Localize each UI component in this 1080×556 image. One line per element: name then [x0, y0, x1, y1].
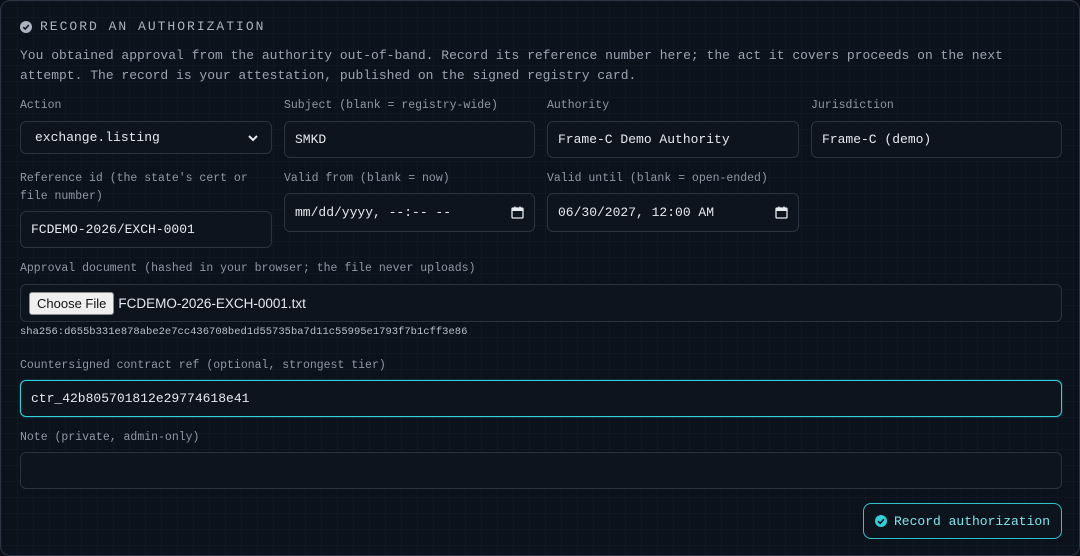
calendar-icon[interactable]: [511, 206, 524, 219]
valid-from-placeholder: mm/dd/yyyy, --:-- --: [295, 205, 452, 220]
panel-title: RECORD AN AUTHORIZATION: [20, 19, 265, 34]
note-input[interactable]: [20, 452, 1062, 489]
authority-input-value: Frame-C Demo Authority: [558, 132, 730, 147]
valid-from-input[interactable]: mm/dd/yyyy, --:-- --: [284, 193, 535, 232]
authority-input[interactable]: Frame-C Demo Authority: [547, 121, 799, 158]
action-label: Action: [20, 99, 62, 112]
check-circle-icon: [20, 20, 32, 33]
note-label: Note (private, admin-only): [20, 431, 200, 444]
selected-file-name: FCDEMO-2026-EXCH-0001.txt: [118, 295, 306, 311]
panel-title-text: RECORD AN AUTHORIZATION: [40, 19, 266, 34]
file-hash: sha256:d655b331e878abe2e7cc436708bed1d55…: [20, 326, 468, 338]
contract-label: Countersigned contract ref (optional, st…: [20, 359, 386, 372]
approval-label: Approval document (hashed in your browse…: [20, 262, 476, 275]
action-select-value: exchange.listing: [35, 130, 160, 145]
jurisdiction-label: Jurisdiction: [811, 99, 894, 112]
authorization-panel: RECORD AN AUTHORIZATION You obtained app…: [0, 0, 1080, 556]
jurisdiction-input-value: Frame-C (demo): [822, 132, 932, 147]
check-circle-icon: [874, 515, 887, 527]
subject-input[interactable]: SMKD: [284, 121, 535, 158]
reference-label: Reference id (the state's cert or file n…: [20, 172, 248, 203]
reference-input[interactable]: FCDEMO-2026/EXCH-0001: [20, 211, 272, 248]
calendar-icon[interactable]: [775, 206, 788, 219]
record-authorization-button[interactable]: Record authorization: [863, 503, 1062, 539]
record-authorization-label: Record authorization: [893, 513, 1051, 529]
contract-input-value: ctr_42b805701812e29774618e41: [31, 391, 250, 406]
action-select[interactable]: exchange.listing: [20, 121, 272, 154]
valid-until-input[interactable]: 06/30/2027, 12:00 AM: [547, 193, 799, 232]
valid-until-label: Valid until (blank = open-ended): [547, 172, 768, 185]
jurisdiction-input[interactable]: Frame-C (demo): [811, 121, 1062, 158]
contract-input[interactable]: ctr_42b805701812e29774618e41: [20, 380, 1062, 417]
valid-from-label: Valid from (blank = now): [284, 172, 450, 185]
choose-file-button[interactable]: Choose File: [29, 291, 115, 315]
reference-input-value: FCDEMO-2026/EXCH-0001: [31, 222, 195, 237]
valid-until-value: 06/30/2027, 12:00 AM: [558, 205, 715, 220]
subject-label: Subject (blank = registry-wide): [284, 99, 498, 112]
panel-description: You obtained approval from the authority…: [20, 48, 1003, 83]
subject-input-value: SMKD: [295, 132, 327, 147]
authority-label: Authority: [547, 99, 610, 112]
approval-file-input[interactable]: Choose File FCDEMO-2026-EXCH-0001.txt: [20, 284, 1062, 322]
chevron-down-icon: [248, 134, 258, 141]
